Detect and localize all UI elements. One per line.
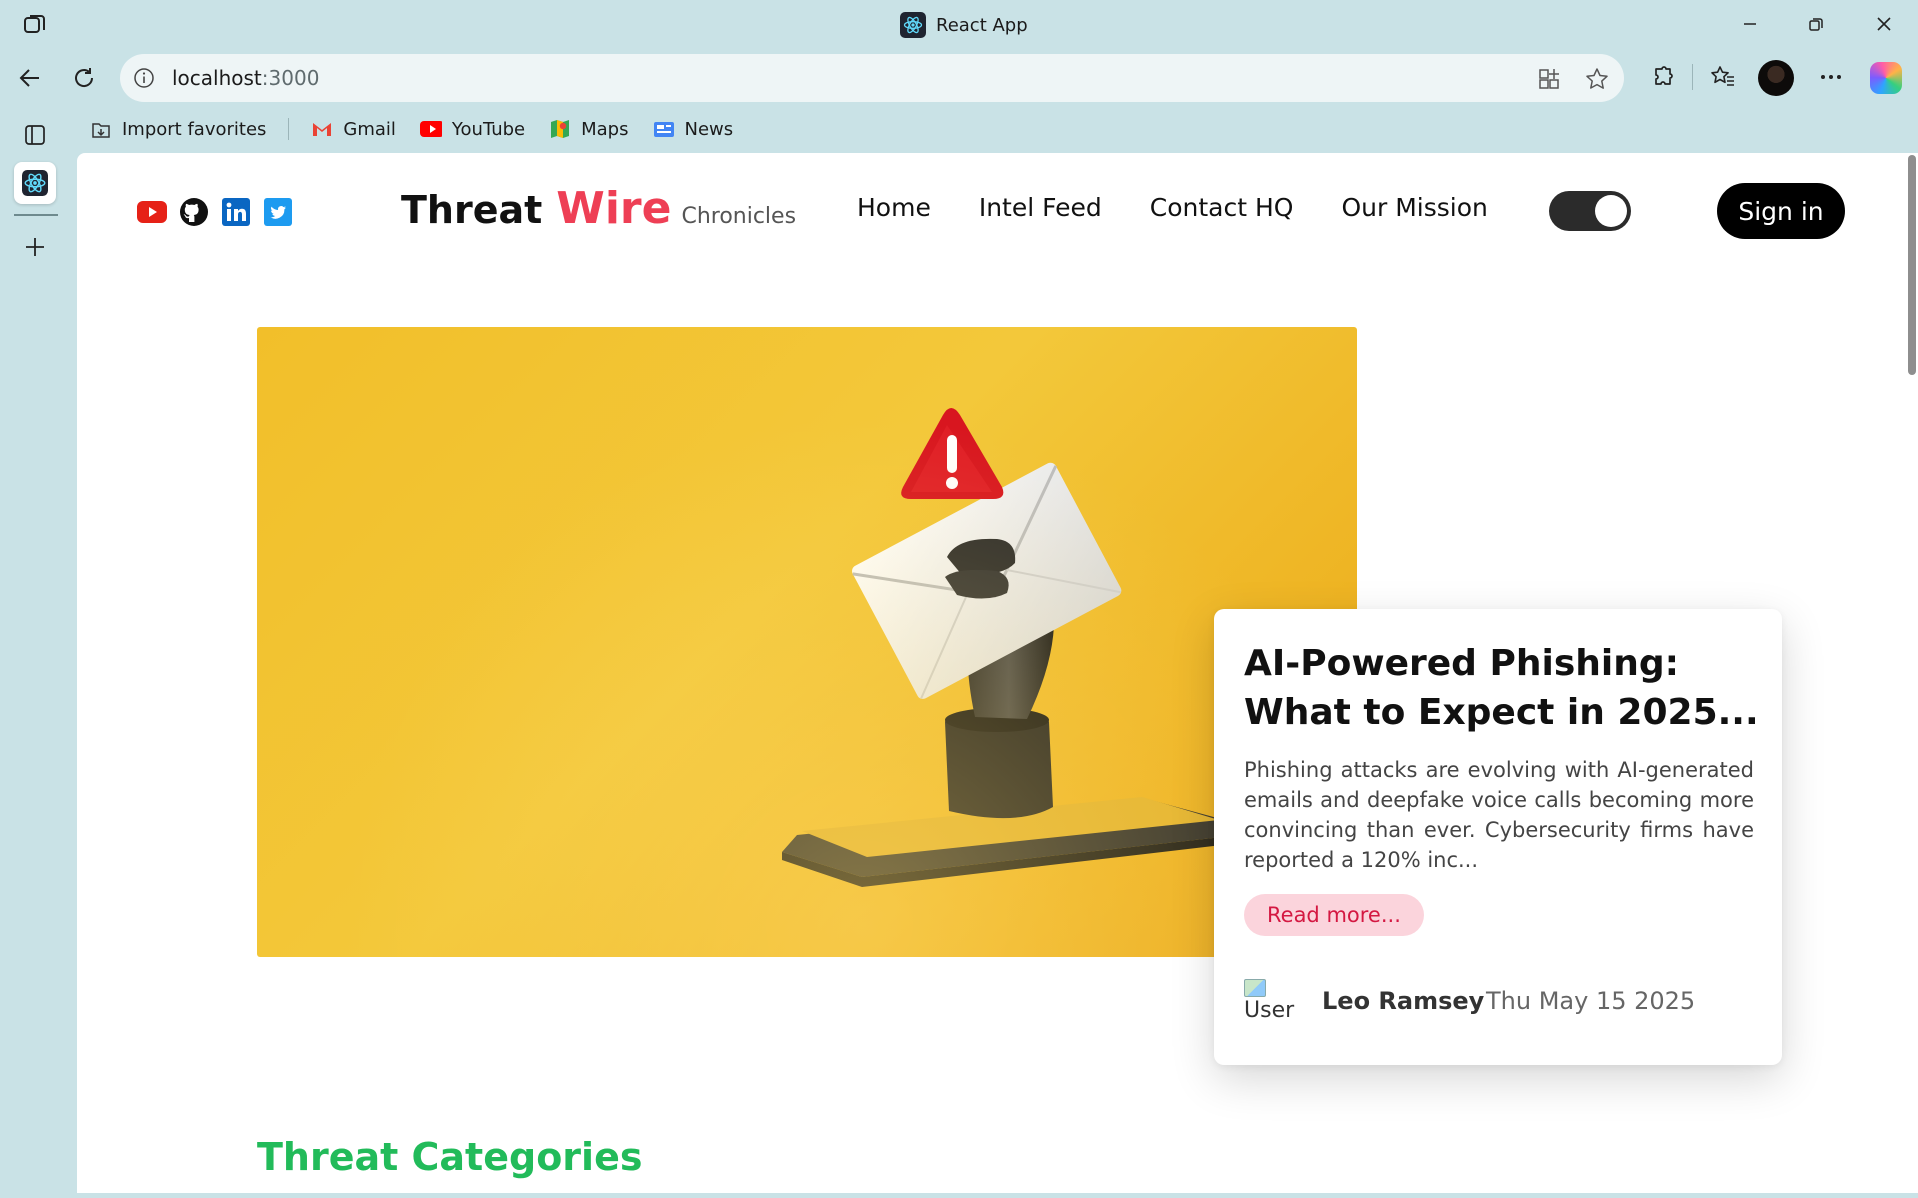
phishing-envelope-illustration [782,408,1232,887]
favorite-label: Gmail [343,118,396,140]
favorite-label: Maps [581,118,629,140]
favorite-gmail[interactable]: Gmail [311,118,396,140]
publish-date: Thu May 15 2025 [1486,987,1696,1015]
import-favorites-icon [90,118,112,140]
favorite-news[interactable]: News [653,118,734,140]
tab-title-text: React App [936,14,1028,36]
author-name: Leo Ramsey [1322,987,1485,1015]
page-viewport: Threat Wire Chronicles Home Intel Feed C… [77,153,1918,1193]
author-avatar: User [1244,979,1298,1035]
nav-contact-hq[interactable]: Contact HQ [1150,193,1294,222]
tab-react-app[interactable] [14,162,56,204]
nav-home[interactable]: Home [857,193,931,222]
workspaces-icon[interactable] [22,12,48,38]
featured-article-card: AI-Powered Phishing: What to Expect in 2… [1214,609,1782,1065]
sign-in-button[interactable]: Sign in [1717,183,1845,239]
browser-title-bar: React App [0,0,1918,48]
close-icon[interactable] [1854,8,1914,40]
theme-toggle[interactable] [1549,191,1631,231]
toolbar-divider [1692,64,1693,90]
favorite-label: Import favorites [122,118,267,140]
favorites-bar: Import favorites Gmail YouTube Maps News [90,114,757,144]
linkedin-icon[interactable] [221,197,251,227]
article-excerpt: Phishing attacks are evolving with AI-ge… [1244,758,1754,872]
favorite-label: News [684,118,734,140]
maps-icon [549,118,571,140]
react-icon [900,12,926,38]
favorite-youtube[interactable]: YouTube [419,118,526,140]
site-info-icon[interactable] [132,66,156,90]
site-logo[interactable]: Threat Wire Chronicles [401,183,796,234]
youtube-icon [419,118,442,140]
nav-intel-feed[interactable]: Intel Feed [979,193,1102,222]
article-title[interactable]: AI-Powered Phishing: What to Expect in 2… [1244,639,1764,737]
toggle-knob [1595,195,1627,227]
favorites-separator [288,118,290,140]
copilot-icon[interactable] [1870,62,1902,94]
favorite-label: YouTube [451,118,526,140]
favorites-collection-icon[interactable] [1706,60,1740,94]
favorite-star-icon[interactable] [1584,66,1610,92]
more-options-icon[interactable] [1814,60,1848,94]
github-icon[interactable] [179,197,209,227]
gmail-icon [311,118,333,140]
tab-title: React App [900,10,1028,40]
brand-wire: Wire [556,183,672,234]
tabs-divider [14,214,58,216]
address-bar[interactable]: localhost:3000 [120,54,1624,102]
minimize-icon[interactable] [1720,8,1780,40]
extensions-icon[interactable] [1646,60,1680,94]
favorite-maps[interactable]: Maps [549,118,629,140]
brand-chronicles: Chronicles [681,204,797,229]
url-host: localhost [172,66,262,90]
page-scrollbar[interactable] [1908,155,1916,375]
refresh-icon[interactable] [64,58,104,98]
read-more-button[interactable]: Read more... [1244,894,1424,936]
profile-avatar[interactable] [1758,60,1794,96]
avatar-alt-text: User [1244,998,1295,1023]
social-links [137,197,293,227]
back-arrow-icon[interactable] [10,58,50,98]
brand-threat: Threat [401,188,543,232]
favorite-import[interactable]: Import favorites [90,118,266,140]
main-nav: Home Intel Feed Contact HQ Our Mission [857,193,1488,222]
youtube-icon[interactable] [137,197,167,227]
nav-our-mission[interactable]: Our Mission [1341,193,1487,222]
new-tab-plus-icon[interactable] [14,226,56,268]
app-available-icon[interactable] [1536,66,1562,92]
news-icon [653,118,675,140]
url-text[interactable]: localhost:3000 [172,66,319,90]
restore-icon[interactable] [1786,8,1846,40]
react-icon [22,170,48,196]
hero-image[interactable] [257,327,1357,957]
threat-categories-heading: Threat Categories [257,1135,643,1179]
twitter-icon[interactable] [263,197,293,227]
broken-image-icon [1244,979,1266,997]
tab-actions-icon[interactable] [14,114,56,156]
url-port: :3000 [261,66,320,90]
